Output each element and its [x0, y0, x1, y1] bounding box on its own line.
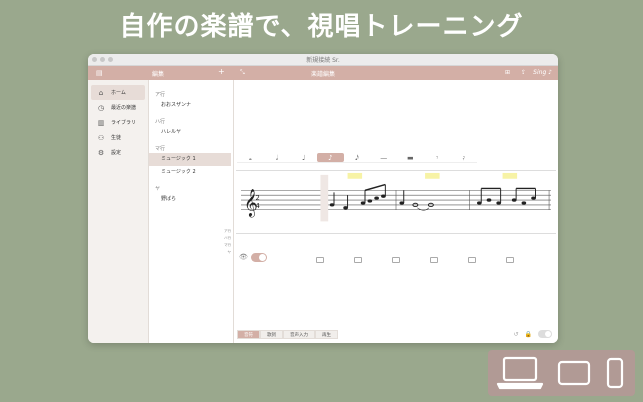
measure-button[interactable] [468, 257, 476, 263]
sidebar-item-1[interactable]: ◷ 最近の楽譜 [88, 100, 148, 115]
settings-icon[interactable]: ⊞ [505, 69, 510, 76]
note-tool-button[interactable]: 𝅘𝅥𝅯 [344, 153, 371, 162]
sidebar-item-label: 最近の楽譜 [111, 105, 137, 111]
svg-text:4: 4 [256, 202, 260, 210]
laptop-icon [502, 356, 538, 382]
list-item[interactable]: ミュージック 1 [149, 153, 231, 166]
list-item[interactable]: 野ばら [149, 193, 233, 206]
phone-icon [606, 357, 624, 389]
measure-button[interactable] [354, 257, 362, 263]
toolbar-title: 楽譜編集 [310, 71, 335, 78]
device-badge [488, 350, 635, 396]
bottom-tabs: 音符 歌詞 音声入力 再生 [237, 330, 338, 339]
measure-button[interactable] [430, 257, 438, 263]
list-section-header: マ行 [155, 146, 166, 152]
list-section-header: ヤ [155, 186, 161, 192]
lock-icon[interactable]: 🔒 [525, 331, 532, 338]
people-icon: ⚇ [97, 133, 105, 142]
sidebar-item-4[interactable]: ⚙ 設定 [88, 145, 148, 160]
list-item[interactable]: おおスザンナ [149, 99, 233, 112]
bottom-right-controls: ↺ 🔒 [513, 330, 552, 338]
sidebar-item-label: 生徒 [111, 135, 122, 141]
note-tool-button[interactable]: ♪ [317, 153, 344, 162]
list-section-header: ハ行 [155, 119, 166, 125]
measure-button[interactable] [392, 257, 400, 263]
gear-icon: ⚙ [97, 148, 105, 157]
promo-headline: 自作の楽譜で、視唱トレーニング [119, 12, 524, 42]
window-titlebar: 新規接続 Sr. [88, 54, 558, 66]
share-icon[interactable]: ⇪ [521, 69, 526, 76]
note-tool-button[interactable]: 𝄿 [450, 153, 477, 162]
sing-button[interactable]: Sing ♪ [533, 69, 552, 76]
sidebar-item-label: ライブラリ [111, 120, 137, 126]
list-item[interactable]: ミュージック 2 [149, 166, 233, 179]
lock-switch[interactable] [538, 330, 552, 338]
note-tool-button[interactable]: ▬ [397, 153, 424, 162]
score-list: ア行 おおスザンナハ行 ハレルヤマ行 ミュージック 1 ミュージック 2 ヤ野ばらア行 ハ… [149, 80, 234, 343]
note-palette: 𝅝 𝅗𝅥 ♩ ♪ 𝅘𝅥𝅯 — ▬ 𝄾 𝄿 [237, 153, 477, 163]
mode-tab[interactable]: 歌詞 [260, 330, 283, 339]
score-editor: 𝅝 𝅗𝅥 ♩ ♪ 𝅘𝅥𝅯 — ▬ 𝄾 𝄿 𝄞 2 4 👁 音符 歌詞 音声入力 … [234, 80, 558, 343]
sidebar-item-3[interactable]: ⚇ 生徒 [88, 130, 148, 145]
list-section-header: ア行 [155, 92, 166, 98]
home-icon: ⌂ [98, 88, 104, 97]
book-icon: ▥ [97, 118, 105, 127]
note-tool-button[interactable]: 𝄾 [424, 153, 451, 162]
sidebar-item-label: 設定 [111, 150, 122, 156]
visibility-toggle[interactable] [251, 253, 267, 262]
window-title: 新規接続 Sr. [306, 57, 340, 64]
app-window: 新規接続 Sr. ▤ 編集 + ⤡ 楽譜編集 ⊞ ⇪ Sing ♪ ⌂ ホーム ◷ 最… [88, 54, 558, 343]
music-staff[interactable]: 𝄞 2 4 [236, 170, 556, 234]
sidebar-item-label: ホーム [111, 90, 126, 96]
note-tool-button[interactable]: — [370, 153, 397, 162]
sidebar-item-2[interactable]: ▥ ライブラリ [88, 115, 148, 130]
sidebar: ⌂ ホーム ◷ 最近の楽譜 ▥ ライブラリ ⚇ 生徒 ⚙ 設定 [88, 80, 149, 343]
list-item[interactable]: ハレルヤ [149, 126, 233, 139]
note-tool-button[interactable]: 𝅝 [237, 153, 264, 162]
index-letters[interactable]: ア行 ハ行 マ行 ヤ [224, 228, 231, 256]
measure-button[interactable] [316, 257, 324, 263]
clock-icon: ◷ [97, 103, 105, 112]
undo-icon[interactable]: ↺ [513, 331, 518, 338]
mode-tab[interactable]: 音符 [237, 330, 260, 339]
measure-button[interactable] [506, 257, 514, 263]
mode-tab[interactable]: 音声入力 [283, 330, 315, 339]
note-tool-button[interactable]: 𝅗𝅥 [264, 153, 291, 162]
app-toolbar: ▤ 編集 + ⤡ 楽譜編集 ⊞ ⇪ Sing ♪ [88, 66, 558, 80]
eye-icon[interactable]: 👁 [239, 253, 248, 261]
mode-tab[interactable]: 再生 [315, 330, 338, 339]
tablet-icon [557, 360, 591, 386]
note-tool-button[interactable]: ♩ [290, 153, 317, 162]
sidebar-item-0[interactable]: ⌂ ホーム [91, 85, 145, 100]
